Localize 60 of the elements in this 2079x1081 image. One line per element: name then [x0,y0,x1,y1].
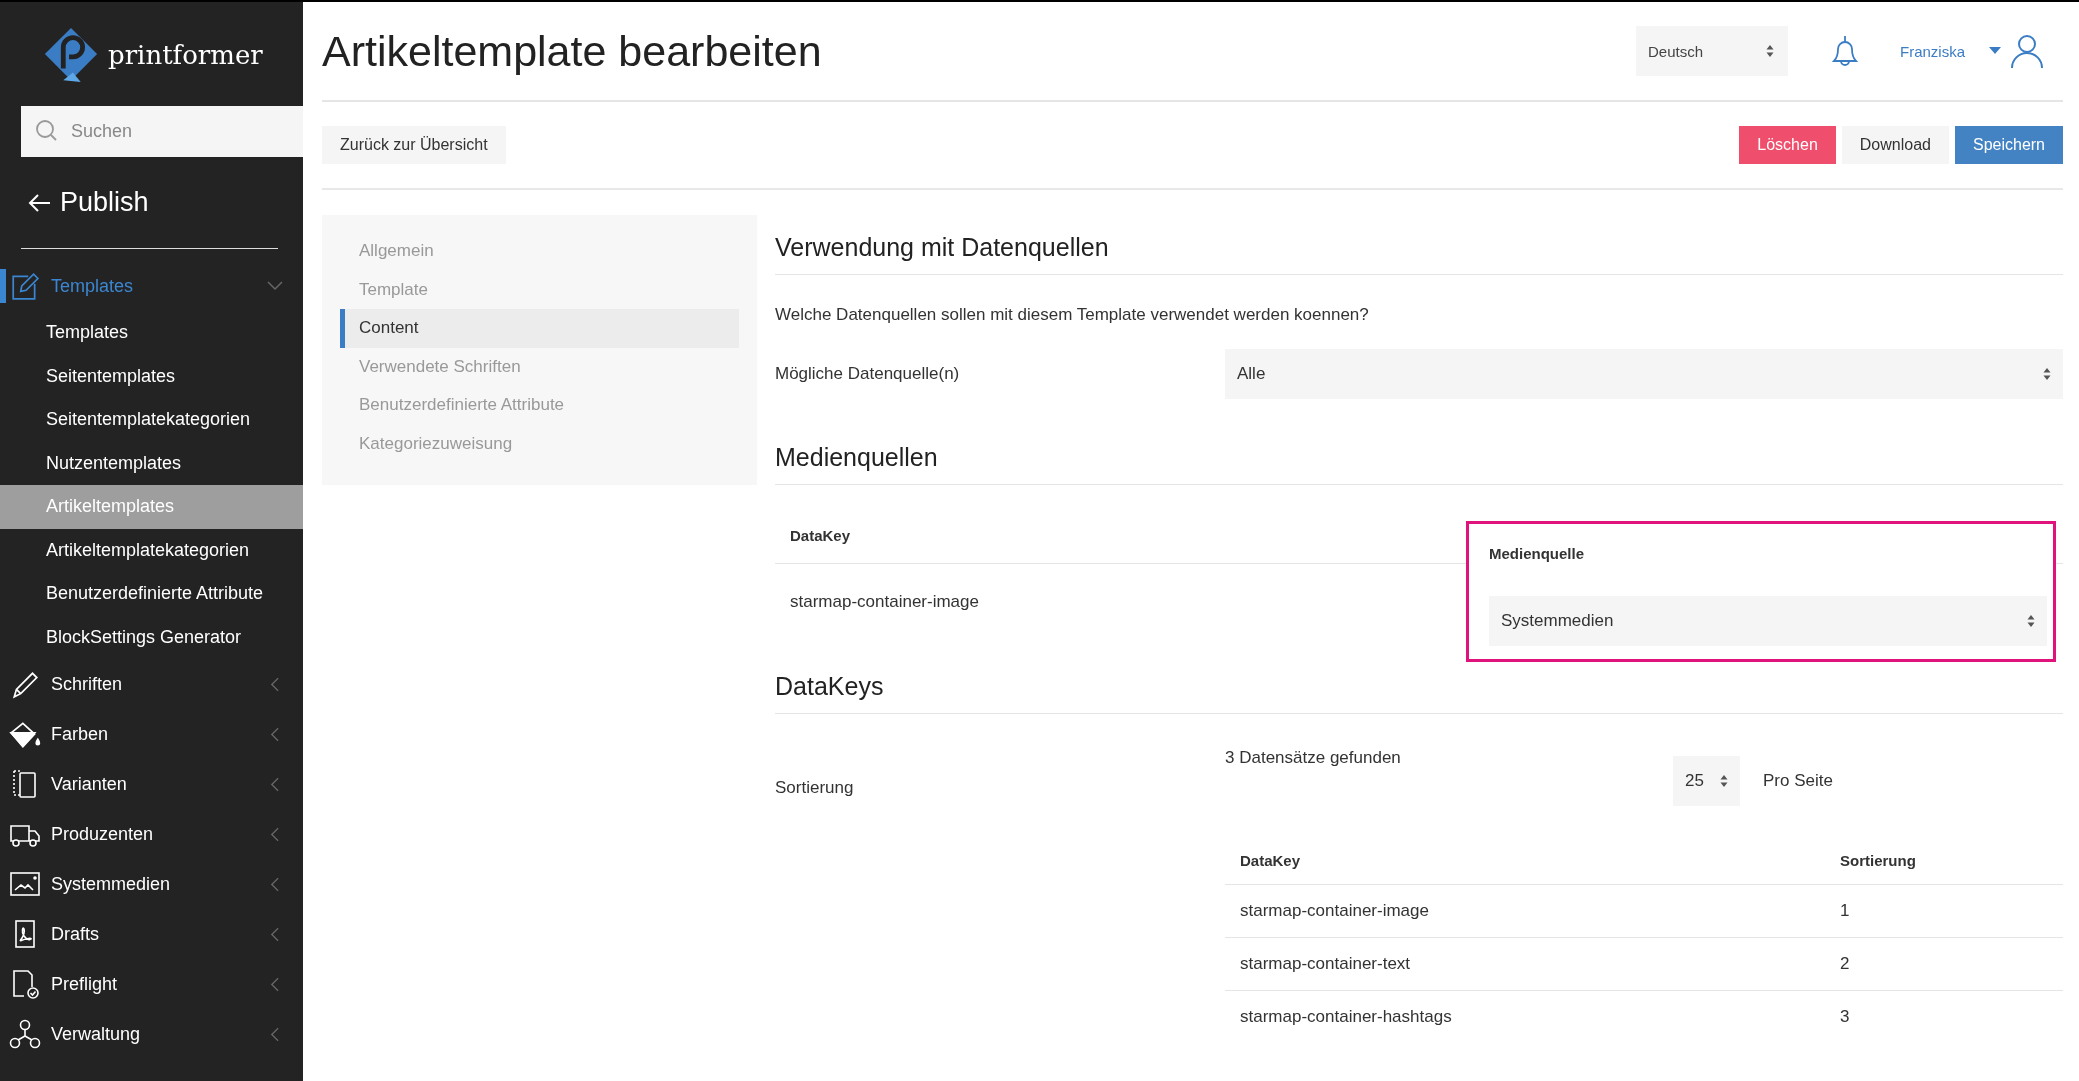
sort-arrows-icon [2027,614,2035,628]
tab[interactable]: Content [340,309,739,348]
nav-subitem[interactable]: BlockSettings Generator [0,615,303,659]
language-select[interactable]: Deutsch [1635,26,1788,76]
network-icon [9,1019,41,1049]
table-cell-text: 3 [1840,1007,1851,1027]
user-name[interactable]: Franziska [1899,42,1965,60]
column-header: DataKey [790,526,851,544]
caret-icon[interactable] [1989,47,2001,55]
nav-item[interactable]: Preflight [0,959,303,1009]
media-source-select[interactable]: Systemmedien [1489,596,2047,646]
per-page-label: Pro Seite [1763,771,1833,791]
back-arrow-icon[interactable] [28,192,52,213]
nav-subitem[interactable]: Benutzerdefinierte Attribute [0,572,303,616]
question-text: Welche Datenquellen sollen mit diesem Template verwendet werden koennen? [775,305,1370,325]
sort-arrows-icon [1765,44,1774,58]
record-count: 3 Datensätze gefunden [1225,748,1402,768]
field-label: Mögliche Datenquelle(n) [775,364,961,384]
table-cell: starmap-container-image [790,592,979,612]
nav-subitem[interactable]: Seitentemplates [0,354,303,398]
back-button[interactable]: Zurück zur Übersicht [322,126,506,164]
nav-item[interactable]: Systemmedien [0,859,303,909]
nav-subitem[interactable]: Seitentemplatekategorien [0,398,303,442]
image-icon [9,869,41,899]
action-button[interactable]: Speichern [1954,126,2063,164]
nav-item[interactable]: Schriften [0,659,303,709]
logo-icon [42,26,100,84]
per-page-select[interactable]: 25 [1673,756,1740,806]
nav-item[interactable]: Produzenten [0,809,303,859]
nav-item[interactable]: Varianten [0,759,303,809]
section-heading: Medienquellen [775,425,2063,485]
nav-subitem[interactable]: Templates [0,311,303,355]
table-cell-text: 1 [1840,901,1851,921]
search-field[interactable]: Suchen [21,106,303,157]
table-cell-text: 2 [1840,954,1851,974]
nav-item[interactable]: Farben [0,709,303,759]
table-cell-text: starmap-container-hashtags [1240,1007,1453,1027]
table-cell-text: starmap-container-image [1240,901,1430,921]
sort-arrows-icon [1720,774,1728,788]
nav-item[interactable]: Verwaltung [0,1009,303,1059]
nav-subitem[interactable]: Artikeltemplatekategorien [0,528,303,572]
section-title: Publish [60,187,149,218]
column-header: Sortierung [1840,851,1917,869]
action-button[interactable]: Download [1841,126,1949,164]
brand-name: printformer [108,40,263,70]
user-icon[interactable] [2009,33,2045,69]
nav-item[interactable]: Templates [0,261,303,311]
edit-icon [9,271,41,301]
column-header: DataKey [1240,851,1302,869]
sort-arrows-icon [2043,367,2051,381]
column-header: Medienquelle [1489,545,1585,562]
nav-item[interactable]: Drafts [0,909,303,959]
field-label: Sortierung [775,778,855,799]
table-cell-text: starmap-container-text [1240,954,1412,974]
page-title: Artikeltemplate bearbeiten [322,26,823,76]
datasource-select[interactable]: Alle [1225,349,2063,399]
bell-icon[interactable] [1829,34,1860,68]
nav-subitem[interactable]: Nutzentemplates [0,441,303,485]
section-heading: Verwendung mit Datenquellen [775,215,2063,275]
search-icon [35,119,59,143]
